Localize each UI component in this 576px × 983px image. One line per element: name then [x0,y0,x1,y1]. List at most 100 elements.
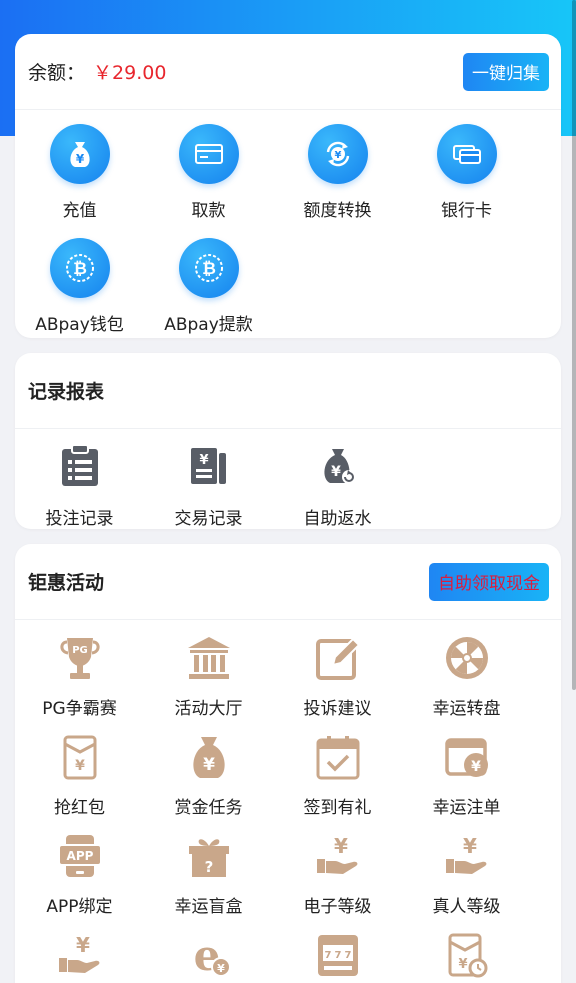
svg-text:?: ? [204,858,213,876]
promo-item-15[interactable]: 777 [273,929,402,983]
bet-records-item[interactable]: 投注记录 [15,442,144,538]
svg-text:¥: ¥ [463,834,477,858]
money-bag-icon: ¥ [183,731,235,783]
records-card: 记录报表 投注记录 ¥ 交易记录 ¥ 自助返水 [15,353,561,529]
red-envelope-icon: ¥ [54,731,106,783]
mystery-box-label: 幸运盲盒 [174,897,243,917]
svg-text:¥: ¥ [458,957,467,972]
bet-records-label: 投注记录 [45,509,114,529]
promotions-header: 钜惠活动 自助领取现金 [15,544,561,620]
lucky-wheel-item[interactable]: 幸运转盘 [402,632,531,731]
calendar-check-icon [312,731,364,783]
app-bind-item[interactable]: APP APP绑定 [15,830,144,929]
claim-cash-button[interactable]: 自助领取现金 [429,562,549,601]
clipboard-icon [56,442,104,490]
self-rebate-label: 自助返水 [303,509,372,529]
wallet-card: 余额： ￥29.00 一键归集 ¥ 充值 取款 ¥ 额度转换 银行卡 ₿ ABp… [15,34,561,338]
svg-text:¥: ¥ [471,759,481,775]
promo-item-13[interactable]: ¥ [15,929,144,983]
live-level-label: 真人等级 [432,897,501,917]
lucky-bet-label: 幸运注单 [432,798,501,818]
electronic-level-label: 电子等级 [303,897,372,917]
live-level-item[interactable]: ¥ 真人等级 [402,830,531,929]
transaction-records-item[interactable]: ¥ 交易记录 [144,442,273,538]
records-title: 记录报表 [28,381,105,403]
trophy-icon: PG [54,632,106,684]
svg-text:¥: ¥ [199,453,208,468]
hand-yen-icon: ¥ [54,929,106,981]
wheel-icon [441,632,493,684]
hall-icon [183,632,235,684]
promo-item-14[interactable]: e ¥ [144,929,273,983]
bounty-task-item[interactable]: ¥ 赏金任务 [144,731,273,830]
abpay-wallet-label: ABpay钱包 [35,315,124,335]
lucky-wheel-label: 幸运转盘 [432,699,501,719]
svg-text:¥: ¥ [217,962,225,975]
rebate-bag-icon: ¥ [314,442,362,490]
balance-label: 余额： [28,62,86,84]
red-envelope-item[interactable]: ¥ 抢红包 [15,731,144,830]
lucky-bet-item[interactable]: ¥ 幸运注单 [402,731,531,830]
balance: 余额： ￥29.00 [28,58,166,85]
check-in-item[interactable]: 签到有礼 [273,731,402,830]
bitcoin-icon: ₿ [49,238,110,298]
app-bind-label: APP绑定 [46,897,113,917]
transfer-label: 额度转换 [303,201,372,221]
svg-text:¥: ¥ [75,758,85,774]
collect-all-button[interactable]: 一键归集 [463,52,549,91]
exchange-icon: ¥ [307,124,368,184]
activity-hall-item[interactable]: 活动大厅 [144,632,273,731]
svg-text:¥: ¥ [334,150,341,161]
electronic-level-item[interactable]: ¥ 电子等级 [273,830,402,929]
deposit-label: 充值 [62,201,97,221]
card-icon [178,124,239,184]
abpay-withdraw-item[interactable]: ₿ ABpay提款 [144,236,273,350]
ie-yen-icon: e ¥ [183,929,235,981]
pg-contest-item[interactable]: PG PG争霸赛 [15,632,144,731]
feedback-item[interactable]: 投诉建议 [273,632,402,731]
transaction-records-label: 交易记录 [174,509,243,529]
svg-text:¥: ¥ [203,755,215,775]
ledger-icon: ¥ [185,442,233,490]
svg-text:PG: PG [72,645,88,656]
records-header: 记录报表 [15,353,561,429]
svg-text:¥: ¥ [331,464,341,480]
edit-icon [312,632,364,684]
svg-text:¥: ¥ [75,152,84,166]
mystery-box-icon: ? [183,830,235,882]
svg-text:7: 7 [324,950,331,961]
abpay-withdraw-label: ABpay提款 [164,315,253,335]
feedback-label: 投诉建议 [303,699,372,719]
app-icon: APP [54,830,106,882]
wallet-header: 余额： ￥29.00 一键归集 [15,34,561,110]
pg-contest-label: PG争霸赛 [42,699,117,719]
svg-text:₿: ₿ [73,259,87,279]
red-envelope-label: 抢红包 [54,798,105,818]
envelope-clock-icon: ¥ [441,929,493,981]
hand-yen-icon: ¥ [312,830,364,882]
scrollbar[interactable] [572,0,576,690]
svg-text:¥: ¥ [334,834,348,858]
wallet-yen-icon: ¥ [441,731,493,783]
deposit-item[interactable]: ¥ 充值 [15,122,144,236]
bank-card-label: 银行卡 [441,201,492,221]
transfer-item[interactable]: ¥ 额度转换 [273,122,402,236]
abpay-wallet-item[interactable]: ₿ ABpay钱包 [15,236,144,350]
promotions-title: 钜惠活动 [28,572,105,594]
hand-yen-icon: ¥ [441,830,493,882]
mystery-box-item[interactable]: ? 幸运盲盒 [144,830,273,929]
svg-text:7: 7 [344,950,351,961]
svg-text:APP: APP [66,849,93,863]
activity-hall-label: 活动大厅 [174,699,243,719]
promotions-card: 钜惠活动 自助领取现金 PG PG争霸赛 活动大厅 投诉建议 幸运转盘 ¥ 抢红… [15,544,561,983]
promo-item-16[interactable]: ¥ [402,929,531,983]
withdraw-item[interactable]: 取款 [144,122,273,236]
money-bag-icon: ¥ [49,124,110,184]
withdraw-label: 取款 [191,201,226,221]
svg-text:₿: ₿ [202,259,216,279]
self-rebate-item[interactable]: ¥ 自助返水 [273,442,402,538]
bitcoin-icon: ₿ [178,238,239,298]
bank-card-item[interactable]: 银行卡 [402,122,531,236]
check-in-label: 签到有礼 [303,798,372,818]
slot-machine-icon: 777 [312,929,364,981]
